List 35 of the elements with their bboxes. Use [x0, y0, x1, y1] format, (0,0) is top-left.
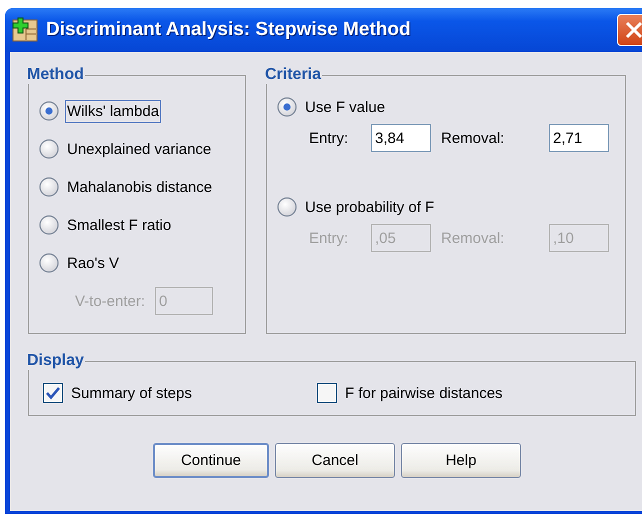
close-button[interactable]	[617, 14, 642, 46]
field-label: Entry:	[309, 230, 350, 246]
option-label[interactable]: Use probability of F	[303, 196, 436, 218]
close-icon	[624, 21, 642, 39]
option-label[interactable]: Rao's V	[65, 252, 122, 274]
option-label[interactable]: Smallest F ratio	[65, 214, 174, 236]
dialog-button[interactable]: Help	[401, 443, 521, 478]
field-label: Removal:	[441, 230, 506, 246]
field-label: Removal:	[441, 130, 506, 146]
radio-button[interactable]	[39, 101, 59, 121]
radio-button[interactable]	[39, 253, 59, 273]
checkbox[interactable]	[43, 383, 63, 403]
option-label[interactable]: F for pairwise distances	[343, 382, 505, 404]
group-title: Method	[26, 66, 85, 84]
radio-button[interactable]	[277, 97, 297, 117]
option-label[interactable]: Summary of steps	[69, 382, 194, 404]
option-label[interactable]: Wilks' lambda	[65, 100, 162, 122]
dialog-button[interactable]: Continue	[153, 443, 269, 478]
dialog-button[interactable]: Cancel	[275, 443, 395, 478]
radio-button[interactable]	[39, 215, 59, 235]
field-label: V-to-enter:	[75, 292, 146, 310]
radio-button[interactable]	[39, 139, 59, 159]
radio-button[interactable]	[277, 197, 297, 217]
option-label[interactable]: Use F value	[303, 96, 388, 118]
option-label[interactable]: Mahalanobis distance	[65, 176, 214, 198]
value-field[interactable]: 2,71	[549, 124, 609, 152]
group-title: Display	[26, 352, 85, 370]
option-label[interactable]: Unexplained variance	[65, 138, 214, 160]
radio-button[interactable]	[39, 177, 59, 197]
app-icon	[12, 17, 38, 43]
value-field[interactable]: 3,84	[371, 124, 431, 152]
group-title: Criteria	[264, 66, 322, 84]
field-label: Entry:	[309, 130, 350, 146]
checkbox[interactable]	[317, 383, 337, 403]
window-title: Discriminant Analysis: Stepwise Method	[46, 19, 412, 41]
